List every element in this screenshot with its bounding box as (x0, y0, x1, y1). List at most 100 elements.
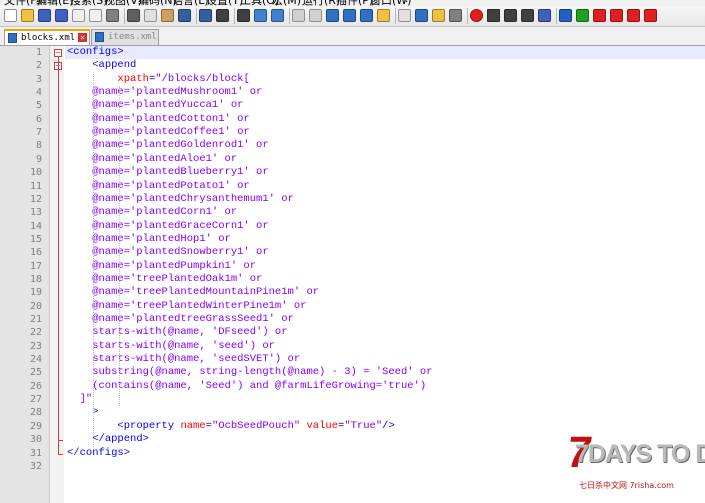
code-token: xpath (117, 73, 149, 85)
watermark-title: 7DAYS TO DIE (575, 440, 705, 468)
code-line[interactable]: @name='plantedCotton1' or (67, 113, 250, 126)
indent-guide-icon[interactable] (360, 9, 373, 22)
fold-end-marker (58, 440, 63, 441)
code-token: @name='plantedChrysanthemum1' or (67, 193, 294, 205)
code-line[interactable]: @name='plantedPumpkin1' or (67, 260, 256, 273)
menu-item-12[interactable]: ? (404, 0, 410, 5)
record-macro-icon[interactable] (470, 9, 483, 22)
toolbar-separator (395, 8, 396, 24)
close-all-icon[interactable] (89, 9, 102, 22)
save-icon[interactable] (38, 9, 51, 22)
undo-icon[interactable] (178, 9, 191, 22)
word-wrap-icon[interactable] (326, 9, 339, 22)
line-number: 32 (29, 461, 42, 472)
tab-items-xml[interactable]: items.xml (91, 29, 159, 45)
copy-icon[interactable] (144, 9, 157, 22)
save-macro-icon[interactable] (538, 9, 551, 22)
code-token: @name='treePlantedWinterPine1m' or (67, 300, 307, 312)
sync-h-icon[interactable] (309, 9, 322, 22)
close-icon[interactable] (72, 9, 85, 22)
code-token: @name='plantedBlueberry1' or (67, 166, 269, 178)
tab-blocks-xml[interactable]: blocks.xml × (4, 29, 90, 45)
code-line[interactable]: @name='treePlantedWinterPine1m' or (67, 300, 306, 313)
code-token: "True" (344, 420, 383, 432)
code-line[interactable]: @name='plantedtreeGrassSeed1' or (67, 313, 294, 326)
code-token: @name='plantedSnowberry1' or (67, 246, 269, 258)
code-line[interactable]: @name='plantedSnowberry1' or (67, 246, 269, 259)
code-line[interactable]: ]" (67, 393, 93, 406)
code-line[interactable]: <configs> (67, 46, 124, 59)
code-line[interactable]: starts-with(@name, 'seed') or (67, 340, 275, 353)
code-token: (contains(@name, 'Seed') and @farmLifeGr… (67, 380, 427, 392)
stop-macro-icon[interactable] (487, 9, 500, 22)
toolbar-separator (467, 8, 468, 24)
line-number: 4 (35, 87, 42, 98)
show-all-chars-icon[interactable] (343, 9, 356, 22)
last-icon[interactable] (644, 9, 657, 22)
code-line[interactable]: @name='treePlantedMountainPine1m' or (67, 286, 319, 299)
code-token: starts-with(@name, 'DFseed') or (67, 326, 288, 338)
code-line[interactable]: </append> (67, 433, 149, 446)
next-bookmark-icon[interactable] (610, 9, 623, 22)
save-all-icon[interactable] (55, 9, 68, 22)
first-icon[interactable] (627, 9, 640, 22)
code-line[interactable]: @name='plantedMushroom1' or (67, 86, 262, 99)
code-line[interactable]: <property name="OcbSeedPouch" value="Tru… (67, 420, 394, 433)
toolbar-separator (196, 8, 197, 24)
fold-toggle-icon[interactable]: − (54, 49, 62, 57)
code-line[interactable]: </configs> (67, 447, 130, 460)
tab-bar: blocks.xml × items.xml (0, 27, 705, 46)
sync-v-icon[interactable] (292, 9, 305, 22)
line-number: 23 (29, 341, 42, 352)
code-token: substring(@name, string-length(@name) - … (67, 366, 433, 378)
code-line[interactable]: @name='plantedBlueberry1' or (67, 166, 269, 179)
folder-workspace-icon[interactable] (432, 9, 445, 22)
line-number: 6 (35, 114, 42, 125)
function-list-icon[interactable] (415, 9, 428, 22)
fold-margin[interactable] (50, 46, 64, 503)
redo-icon[interactable] (199, 9, 212, 22)
code-token: @name='treePlantedMountainPine1m' or (67, 286, 320, 298)
code-line[interactable]: @name='plantedGoldenrod1' or (67, 139, 269, 152)
code-line[interactable]: @name='plantedGraceCorn1' or (67, 220, 268, 233)
next-error-icon[interactable] (576, 9, 589, 22)
code-line[interactable]: starts-with(@name, 'DFseed') or (67, 326, 288, 339)
code-line[interactable]: xpath="/blocks/block[ (67, 73, 249, 86)
line-number: 15 (29, 234, 42, 245)
code-line[interactable]: (contains(@name, 'Seed') and @farmLifeGr… (67, 380, 426, 393)
paste-icon[interactable] (161, 9, 174, 22)
code-line[interactable]: <append (67, 59, 136, 72)
code-line[interactable]: @name='treePlantedOak1m' or (67, 273, 262, 286)
open-file-icon[interactable] (21, 9, 34, 22)
current-line-highlight (65, 46, 705, 59)
new-file-icon[interactable] (4, 9, 17, 22)
line-number: 19 (29, 287, 42, 298)
code-line[interactable]: substring(@name, string-length(@name) - … (67, 366, 432, 379)
replace-icon[interactable] (237, 9, 250, 22)
code-token: @name='plantedCoffee1' or (67, 126, 250, 138)
toolbar-separator (124, 8, 125, 24)
cut-icon[interactable] (127, 9, 140, 22)
play-macro-icon[interactable] (504, 9, 517, 22)
prev-bookmark-icon[interactable] (593, 9, 606, 22)
doc-map-icon[interactable] (398, 9, 411, 22)
code-line[interactable]: @name='plantedChrysanthemum1' or (67, 193, 294, 206)
code-token: @name='plantedHop1' or (67, 233, 231, 245)
line-number: 17 (29, 261, 42, 272)
close-tab-icon[interactable]: × (78, 33, 87, 42)
code-line[interactable]: @name='plantedCoffee1' or (67, 126, 250, 139)
code-line[interactable]: starts-with(@name, 'seedSVET') or (67, 353, 300, 366)
zoom-in-icon[interactable] (254, 9, 267, 22)
udl-icon[interactable] (377, 9, 390, 22)
print-icon[interactable] (106, 9, 119, 22)
code-token: @name='plantedGoldenrod1' or (67, 139, 269, 151)
line-number: 22 (29, 327, 42, 338)
code-line[interactable]: @name='plantedHop1' or (67, 233, 231, 246)
run-macro-multiple-icon[interactable] (521, 9, 534, 22)
line-number: 12 (29, 194, 42, 205)
zoom-out-icon[interactable] (271, 9, 284, 22)
code-line[interactable]: @name='plantedPotato1' or (67, 180, 250, 193)
find-icon[interactable] (216, 9, 229, 22)
spell-check-icon[interactable] (559, 9, 572, 22)
monitor-icon[interactable] (449, 9, 462, 22)
